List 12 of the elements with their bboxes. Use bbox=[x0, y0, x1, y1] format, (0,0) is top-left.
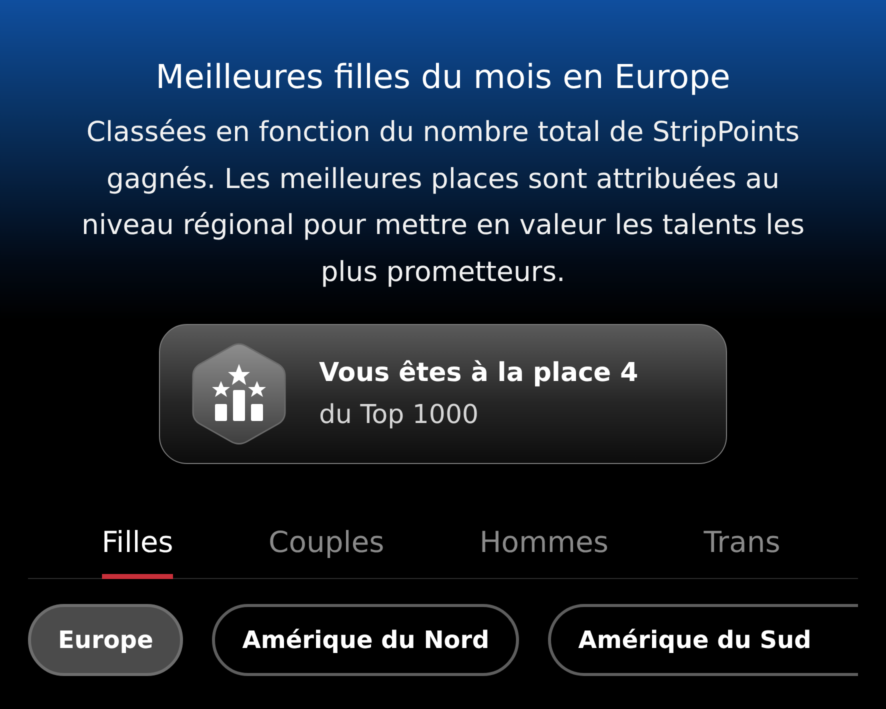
region-chip[interactable]: Europe bbox=[28, 604, 184, 676]
description-text: Classées en fonction du nombre total de StripPoints gagnés. Les meilleures places sont attribuées au niveau régional pour mettre en valeur les talents les plus prometteurs. bbox=[80, 115, 806, 290]
region-chip[interactable]: Amérique du Sud bbox=[548, 604, 858, 676]
rank-title: Vous êtes à la place 4 bbox=[319, 357, 638, 390]
category-tab[interactable]: Couples bbox=[268, 509, 384, 579]
podium-stars-icon bbox=[191, 342, 287, 446]
category-tab[interactable]: Filles bbox=[102, 509, 174, 579]
category-tab[interactable]: Hommes bbox=[480, 509, 608, 579]
rank-subtitle: du Top 1000 bbox=[319, 399, 480, 432]
page-title: Meilleures filles du mois en Europe bbox=[156, 56, 730, 98]
region-chip[interactable]: Amérique du Nord bbox=[212, 604, 520, 676]
category-tab[interactable]: Trans bbox=[704, 509, 780, 579]
